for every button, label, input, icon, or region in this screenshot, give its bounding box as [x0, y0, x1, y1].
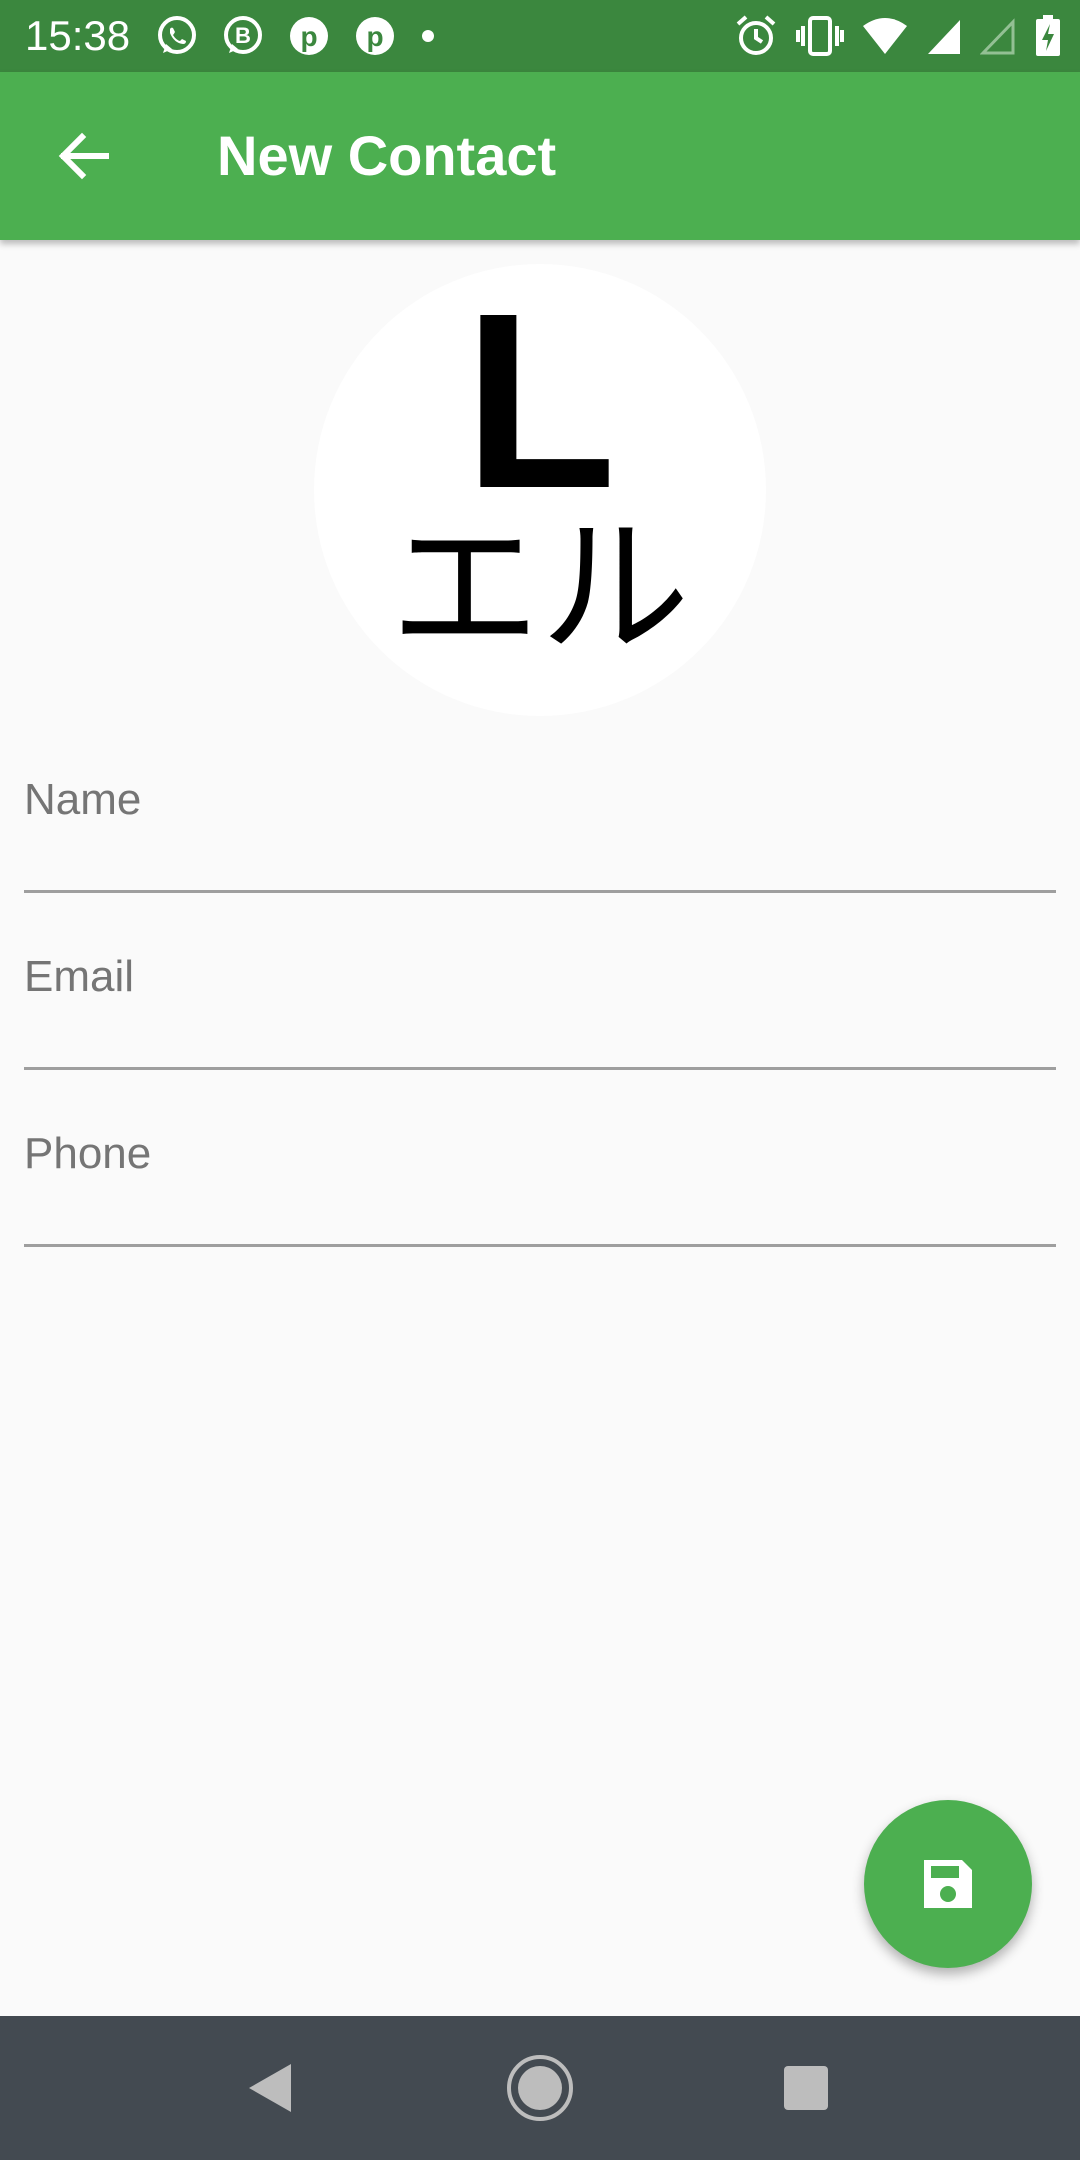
whatsapp-business-icon: B [224, 16, 262, 54]
wifi-icon [863, 18, 907, 54]
page-title: New Contact [217, 124, 557, 187]
app-bar: New Contact [0, 72, 1080, 240]
phone-field[interactable]: Phone [24, 1114, 1056, 1247]
signal-icon [928, 20, 960, 54]
nav-recents-icon [784, 2066, 828, 2110]
name-input[interactable] [24, 760, 1056, 890]
nav-recents-button[interactable] [766, 2048, 846, 2128]
system-icons [716, 12, 1062, 60]
whatsapp-icon [158, 16, 196, 54]
avatar[interactable]: L エル [314, 264, 766, 716]
arrow-back-icon [58, 132, 109, 180]
nav-back-button[interactable] [230, 2048, 310, 2128]
save-button[interactable] [864, 1800, 1032, 1968]
nav-back-icon [249, 2064, 291, 2112]
status-bar: 15:38 B p p [0, 0, 1080, 72]
avatar-katakana: エル [389, 502, 690, 676]
alarm-icon [736, 15, 776, 55]
nav-home-button[interactable] [500, 2048, 580, 2128]
pinterest-icon: p [356, 17, 394, 55]
svg-text:p: p [366, 21, 383, 52]
svg-text:B: B [235, 23, 251, 48]
battery-charging-icon [1036, 15, 1060, 56]
pinterest-icon: p [290, 17, 328, 55]
more-dot-icon [422, 30, 434, 42]
svg-text:p: p [300, 21, 317, 52]
status-time: 15:38 [25, 12, 131, 59]
new-contact-screen: 15:38 B p p New Contact L エル Name Email … [0, 0, 1080, 2160]
avatar-letter: L [463, 261, 617, 540]
back-button[interactable] [36, 108, 132, 204]
vibrate-icon [796, 16, 844, 56]
email-input[interactable] [24, 937, 1056, 1067]
system-nav-bar [0, 2016, 1080, 2160]
phone-input[interactable] [24, 1114, 1056, 1244]
signal-empty-icon [980, 18, 1015, 55]
notification-icons: B p p [154, 12, 458, 60]
save-icon [924, 1860, 972, 1908]
email-field[interactable]: Email [24, 937, 1056, 1070]
name-field[interactable]: Name [24, 760, 1056, 893]
nav-home-icon [507, 2055, 573, 2121]
